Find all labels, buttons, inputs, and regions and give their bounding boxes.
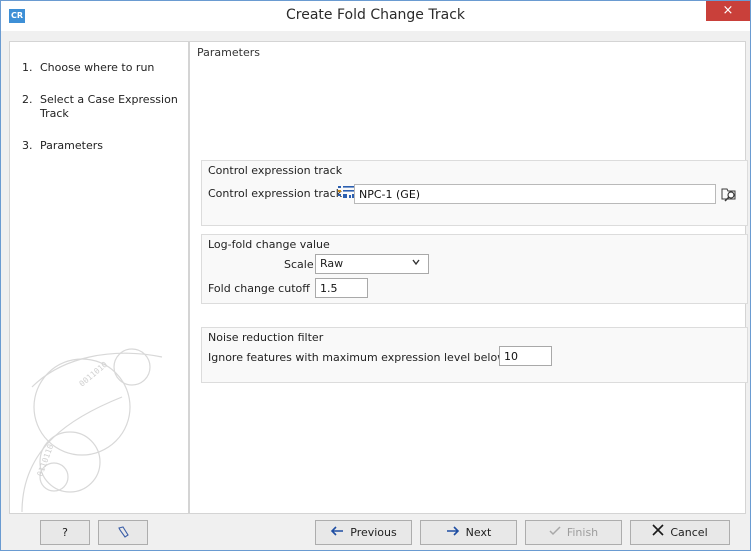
step-number: 1. [22,61,33,74]
reset-icon [118,526,129,538]
step-choose-where-to-run: 1. Choose where to run [22,61,180,75]
control-track-label: Control expression track [208,187,343,200]
arrow-right-icon [446,521,460,544]
browse-icon[interactable] [720,185,738,203]
previous-label: Previous [350,526,397,539]
step-label: Parameters [40,139,103,152]
close-x-icon [652,521,664,544]
next-button[interactable]: Next [420,520,517,545]
arrow-left-icon [330,521,344,544]
group-title: Control expression track [208,164,343,177]
finish-button[interactable]: Finish [525,520,622,545]
step-select-case-track: 2. Select a Case Expression Track [22,93,180,121]
expression-track-icon [338,186,354,198]
ignore-features-label: Ignore features with maximum expression … [208,351,507,364]
title-bar: CR Create Fold Change Track × [1,1,750,31]
step-label: Choose where to run [40,61,155,74]
fold-change-cutoff-input[interactable]: 1.5 [315,278,368,298]
restore-defaults-button[interactable] [98,520,148,545]
dialog-title: Create Fold Change Track [286,7,465,23]
wizard-steps-panel: 1. Choose where to run 2. Select a Case Ex… [9,41,189,514]
previous-button[interactable]: Previous [315,520,412,545]
chevron-down-icon [412,259,420,266]
button-bar: ? Previous Next Finish Cancel [1,515,750,550]
page-title: Parameters [197,46,260,59]
next-label: Next [465,526,492,539]
step-label: Select a Case Expression Track [40,93,178,120]
parameters-panel: Parameters Control expression track Cont… [189,41,748,514]
group-title: Log-fold change value [208,238,330,251]
cancel-label: Cancel [670,526,708,539]
scale-select[interactable]: Raw [315,254,429,274]
fold-change-cutoff-label: Fold change cutoff [208,282,310,295]
checkmark-icon [549,521,561,544]
logfold-change-group: Log-fold change value Scale Raw Fold cha… [201,234,748,304]
svg-text:0110110: 0110110 [35,443,55,478]
finish-label: Finish [566,526,599,539]
help-icon: ? [62,526,68,539]
scale-label: Scale [284,258,314,271]
control-expression-group: Control expression track Control express… [201,160,748,226]
decorative-watermark: 0011010 0110110 [21,348,163,512]
cancel-button[interactable]: Cancel [630,520,730,545]
step-number: 3. [22,139,33,152]
svg-text:0011010: 0011010 [78,360,110,389]
group-title: Noise reduction filter [208,331,324,344]
step-number: 2. [22,93,33,106]
scale-selected-value: Raw [320,257,344,270]
noise-reduction-group: Noise reduction filter Ignore features w… [201,327,748,383]
minimum-expression-input[interactable]: 10 [499,346,552,366]
step-parameters: 3. Parameters [22,139,180,153]
dialog-window: CR Create Fold Change Track × 1. Choose w… [0,0,751,551]
control-track-field[interactable]: NPC-1 (GE) [354,184,716,204]
help-button[interactable]: ? [40,520,90,545]
close-button[interactable]: × [706,1,750,21]
